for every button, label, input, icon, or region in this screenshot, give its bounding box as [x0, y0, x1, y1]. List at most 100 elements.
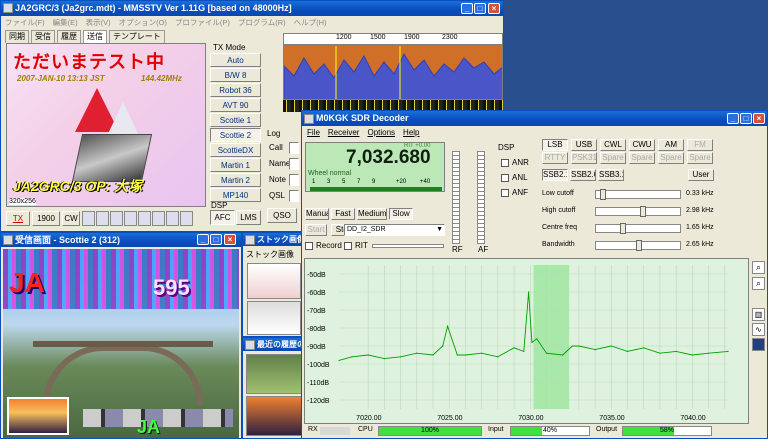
waveform-icon[interactable]: ∿	[752, 323, 765, 336]
slider-track[interactable]	[595, 189, 681, 200]
mode-button[interactable]: Auto	[210, 53, 261, 67]
user-button[interactable]: User	[688, 169, 714, 181]
mode-button[interactable]: AVT 90	[210, 98, 261, 112]
ssb-button[interactable]: SSB2.1	[542, 169, 568, 181]
speed-button[interactable]: Slow	[389, 208, 413, 220]
af-meter[interactable]	[477, 151, 485, 244]
mode-button-sdr[interactable]: CWL	[600, 139, 626, 151]
tab-0[interactable]: 同期	[5, 30, 29, 43]
sdr-menu-item[interactable]: File	[307, 128, 320, 139]
menu-item[interactable]: 表示(V)	[86, 17, 111, 29]
log-field-input[interactable]	[289, 174, 299, 186]
rf-meter[interactable]	[452, 151, 460, 244]
minimize-button[interactable]: _	[461, 3, 473, 14]
bar-chart-icon[interactable]: ▥	[752, 308, 765, 321]
sdr-maximize-button[interactable]: □	[740, 113, 752, 124]
grid-icon[interactable]	[138, 211, 151, 226]
mode-button-sdr[interactable]: RTTY	[542, 152, 568, 164]
stock-tab[interactable]: ストック画像	[246, 249, 294, 260]
log-field-input[interactable]	[289, 158, 299, 170]
maximize-button[interactable]: □	[474, 3, 486, 14]
afc-button[interactable]: AFC	[210, 210, 235, 225]
zoom-out-icon[interactable]: ⌕	[752, 277, 765, 290]
menu-item[interactable]: プログラム(R)	[238, 17, 286, 29]
mode-button-sdr[interactable]: FM	[687, 139, 713, 151]
cw-button[interactable]: CW	[62, 211, 80, 226]
tone-freq-button[interactable]: 1900	[32, 211, 60, 226]
mode-button-sdr[interactable]: Spare	[629, 152, 655, 164]
rx-maximize-button[interactable]: □	[210, 234, 222, 245]
ssb-button[interactable]: SSB2.6	[570, 169, 596, 181]
sdr-menu-item[interactable]: Options	[367, 128, 395, 139]
history-thumb[interactable]	[246, 354, 302, 394]
tab-3[interactable]: 送信	[83, 30, 107, 43]
menu-item[interactable]: オプション(O)	[119, 17, 167, 29]
rit-checkbox[interactable]	[344, 242, 352, 250]
sdr-minimize-button[interactable]: _	[727, 113, 739, 124]
photo-icon[interactable]	[152, 211, 165, 226]
mode-button[interactable]: Martin 2	[210, 173, 261, 187]
lms-button[interactable]: LMS	[236, 210, 261, 225]
ssb-button[interactable]: SSB3.1	[598, 169, 624, 181]
slider-thumb[interactable]	[636, 240, 642, 251]
folder-icon[interactable]	[110, 211, 123, 226]
slider-track[interactable]	[595, 206, 681, 217]
close-button[interactable]: ×	[488, 3, 500, 14]
tab-1[interactable]: 受信	[31, 30, 55, 43]
tx-button[interactable]: TX	[6, 211, 30, 226]
log-field-input[interactable]	[289, 190, 299, 202]
zoom-icon[interactable]	[180, 211, 193, 226]
tab-2[interactable]: 履歴	[57, 30, 81, 43]
anl-checkbox[interactable]	[501, 174, 509, 182]
anf-checkbox[interactable]	[501, 189, 509, 197]
mode-button-sdr[interactable]: USB	[571, 139, 597, 151]
slider-track[interactable]	[595, 223, 681, 234]
source-select[interactable]: DD_I2_SDR ▼	[344, 224, 445, 236]
slider-thumb[interactable]	[620, 223, 626, 234]
mode-button[interactable]: Martin 1	[210, 158, 261, 172]
mode-button-sdr[interactable]: Spare	[658, 152, 684, 164]
mode-button[interactable]: Scottie 1	[210, 113, 261, 127]
mode-button[interactable]: Robot 36	[210, 83, 261, 97]
rx-minimize-button[interactable]: _	[197, 234, 209, 245]
history-thumb-2[interactable]	[246, 396, 302, 436]
sdr-menu-item[interactable]: Help	[403, 128, 419, 139]
speed-button[interactable]: Medium	[357, 208, 387, 220]
rx-close-button[interactable]: ×	[224, 234, 236, 245]
anr-checkbox[interactable]	[501, 159, 509, 167]
sdr-spectrum-chart[interactable]: -50dB -60dB -70dB -80dB -90dB -100dB -110dB -12…	[304, 258, 749, 424]
menu-item[interactable]: 編集(E)	[53, 17, 78, 29]
sdr-close-button[interactable]: ×	[753, 113, 765, 124]
mode-button[interactable]: MP140	[210, 188, 261, 202]
log-field-input[interactable]	[289, 142, 299, 154]
mode-button-sdr[interactable]: Spare	[600, 152, 626, 164]
mode-button[interactable]: ScottieDX	[210, 143, 261, 157]
mode-button[interactable]: Scottie 2	[210, 128, 261, 142]
mode-button[interactable]: B/W 8	[210, 68, 261, 82]
mode-button-sdr[interactable]: LSB	[542, 139, 568, 151]
mode-button-sdr[interactable]: CWU	[629, 139, 655, 151]
menu-item[interactable]: ファイル(F)	[5, 17, 45, 29]
speed-button[interactable]: Fast	[331, 208, 355, 220]
slider-track[interactable]	[595, 240, 681, 251]
zoom-in-icon[interactable]: ⌕	[752, 261, 765, 274]
waterfall-icon[interactable]	[752, 338, 765, 351]
record-checkbox[interactable]	[305, 242, 313, 250]
speed-button[interactable]: Manual	[305, 208, 329, 220]
copy-icon[interactable]	[124, 211, 137, 226]
mode-button-sdr[interactable]: AM	[658, 139, 684, 151]
start-button[interactable]: Start	[305, 224, 327, 236]
menu-item[interactable]: プロファイル(P)	[175, 17, 230, 29]
spectrum-chart-svg[interactable]: -50dB -60dB -70dB -80dB -90dB -100dB -110dB -12…	[305, 259, 748, 423]
rit-slider[interactable]	[372, 244, 444, 248]
save-icon[interactable]	[96, 211, 109, 226]
stock-thumb-2[interactable]	[247, 301, 301, 335]
menu-item[interactable]: ヘルプ(H)	[294, 17, 327, 29]
qso-button[interactable]: QSO	[267, 208, 297, 223]
template-icon[interactable]	[166, 211, 179, 226]
slider-thumb[interactable]	[600, 189, 606, 200]
mode-button-sdr[interactable]: PSK31	[571, 152, 597, 164]
slider-thumb[interactable]	[640, 206, 646, 217]
tab-4[interactable]: テンプレート	[109, 30, 165, 43]
sdr-menu-item[interactable]: Receiver	[328, 128, 360, 139]
